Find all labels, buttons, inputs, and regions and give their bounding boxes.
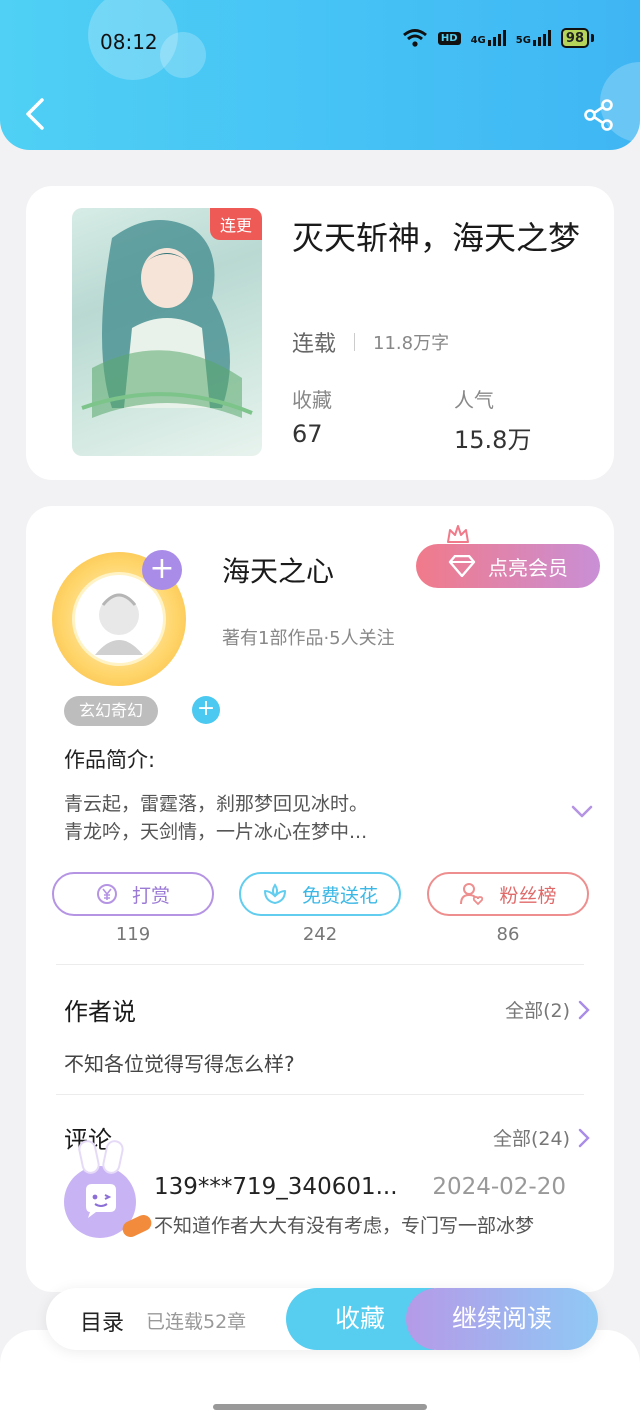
diamond-icon [448, 555, 476, 577]
comment-text[interactable]: 不知道作者大大有没有考虑，专门写一部冰梦 [154, 1212, 574, 1240]
flower-icon [263, 883, 286, 904]
author-name[interactable]: 海天之心 [222, 550, 334, 590]
flower-count: 242 [302, 924, 338, 945]
author-says-title: 作者说 [64, 998, 136, 1026]
signal-icon [532, 30, 551, 46]
genre-tag[interactable]: 玄幻奇幻 [64, 696, 158, 726]
serial-status: 连载 [292, 332, 337, 357]
author-card: + 海天之心 著有1部作品·5人关注 点亮会员 玄幻奇幻 + 作品简介: 青云起… [26, 506, 614, 1292]
chevron-down-icon[interactable] [570, 802, 594, 822]
divider [354, 333, 356, 351]
back-arrow-icon[interactable] [22, 96, 50, 132]
intro-text: 青云起，雷霆落，刹那梦回见冰时。 青龙吟，天剑情，一片冰心在梦中... [64, 790, 524, 846]
send-flower-button[interactable]: 免费送花 [239, 872, 401, 916]
fan-heart-icon [460, 883, 484, 906]
chapter-count: 已连载52章 [146, 1311, 247, 1333]
add-tag-button[interactable]: + [192, 696, 220, 724]
chevron-right-icon [578, 1000, 590, 1019]
crown-icon [447, 525, 469, 543]
fan-count: 86 [496, 924, 520, 945]
continue-reading-button[interactable]: 继续阅读 [406, 1288, 598, 1350]
hd-badge: HD [437, 31, 461, 45]
network-label: 5G [515, 35, 531, 46]
battery-tip [591, 34, 594, 42]
book-info-card: 连更 灭天斩神，海天之梦 连载 11.8万字 收藏 67 人气 15.8万 [26, 186, 614, 480]
decor-bubble [160, 32, 206, 78]
divider [56, 1094, 584, 1095]
avatar-illustration [95, 593, 143, 655]
wifi-icon [402, 29, 427, 47]
header: 08:12 HD 4G 5G 98 [0, 0, 640, 150]
yen-coin-icon [96, 884, 117, 904]
commenter-avatar[interactable] [64, 1138, 154, 1240]
follow-author-button[interactable]: + [142, 550, 182, 590]
fan-ranking-label: 粉丝榜 [499, 884, 557, 907]
intro-line: 青龙吟，天剑情，一片冰心在梦中... [64, 821, 368, 843]
comments-more-label: 全部(24) [492, 1128, 570, 1150]
popularity-count: 15.8万 [454, 426, 532, 454]
signal-icon [487, 30, 506, 46]
author-says-more[interactable]: 全部(2) [505, 996, 590, 1023]
intro-label: 作品简介: [64, 748, 156, 772]
book-cover[interactable]: 连更 [72, 208, 262, 456]
vip-button[interactable]: 点亮会员 [416, 544, 600, 588]
reward-button[interactable]: 打赏 [52, 872, 214, 916]
book-status-row: 连载 11.8万字 [292, 326, 449, 358]
chevron-right-icon [578, 1128, 590, 1147]
home-indicator[interactable] [213, 1404, 427, 1410]
battery-indicator: 98 [560, 28, 594, 48]
send-flower-label: 免费送花 [301, 884, 378, 907]
cover-illustration [81, 220, 253, 418]
author-meta: 著有1部作品·5人关注 [222, 628, 395, 649]
comments-more[interactable]: 全部(24) [493, 1124, 590, 1151]
share-icon[interactable] [582, 98, 616, 132]
network-label: 4G [470, 35, 486, 46]
battery-level: 98 [560, 28, 589, 48]
cover-status-tag: 连更 [209, 208, 262, 240]
book-title: 灭天斩神，海天之梦 [292, 219, 581, 257]
comment-date: 2024-02-20 [432, 1174, 566, 1200]
toc-button[interactable]: 目录 [80, 1305, 124, 1337]
intro-line: 青云起，雷霆落，刹那梦回见冰时。 [64, 793, 369, 815]
author-says-more-label: 全部(2) [505, 1000, 570, 1022]
popularity-label: 人气 [454, 388, 494, 412]
author-says-text[interactable]: 不知各位觉得写得怎么样? [64, 1048, 295, 1077]
signal-5g: 5G [516, 30, 551, 46]
status-time: 08:12 [100, 30, 158, 54]
fan-ranking-button[interactable]: 粉丝榜 [427, 872, 589, 916]
reward-label: 打赏 [131, 884, 170, 907]
commenter-name[interactable]: 139***719_340601... [154, 1174, 398, 1200]
reward-count: 119 [115, 924, 151, 945]
favorites-count: 67 [292, 420, 323, 448]
bottom-action-bar: 目录 已连载52章 收藏 继续阅读 [46, 1288, 598, 1350]
vip-button-label: 点亮会员 [488, 555, 568, 580]
favorites-label: 收藏 [292, 388, 332, 412]
word-count: 11.8万字 [373, 333, 450, 354]
signal-4g: 4G [471, 30, 506, 46]
status-icons: HD 4G 5G 98 [402, 28, 594, 48]
divider [56, 964, 584, 965]
